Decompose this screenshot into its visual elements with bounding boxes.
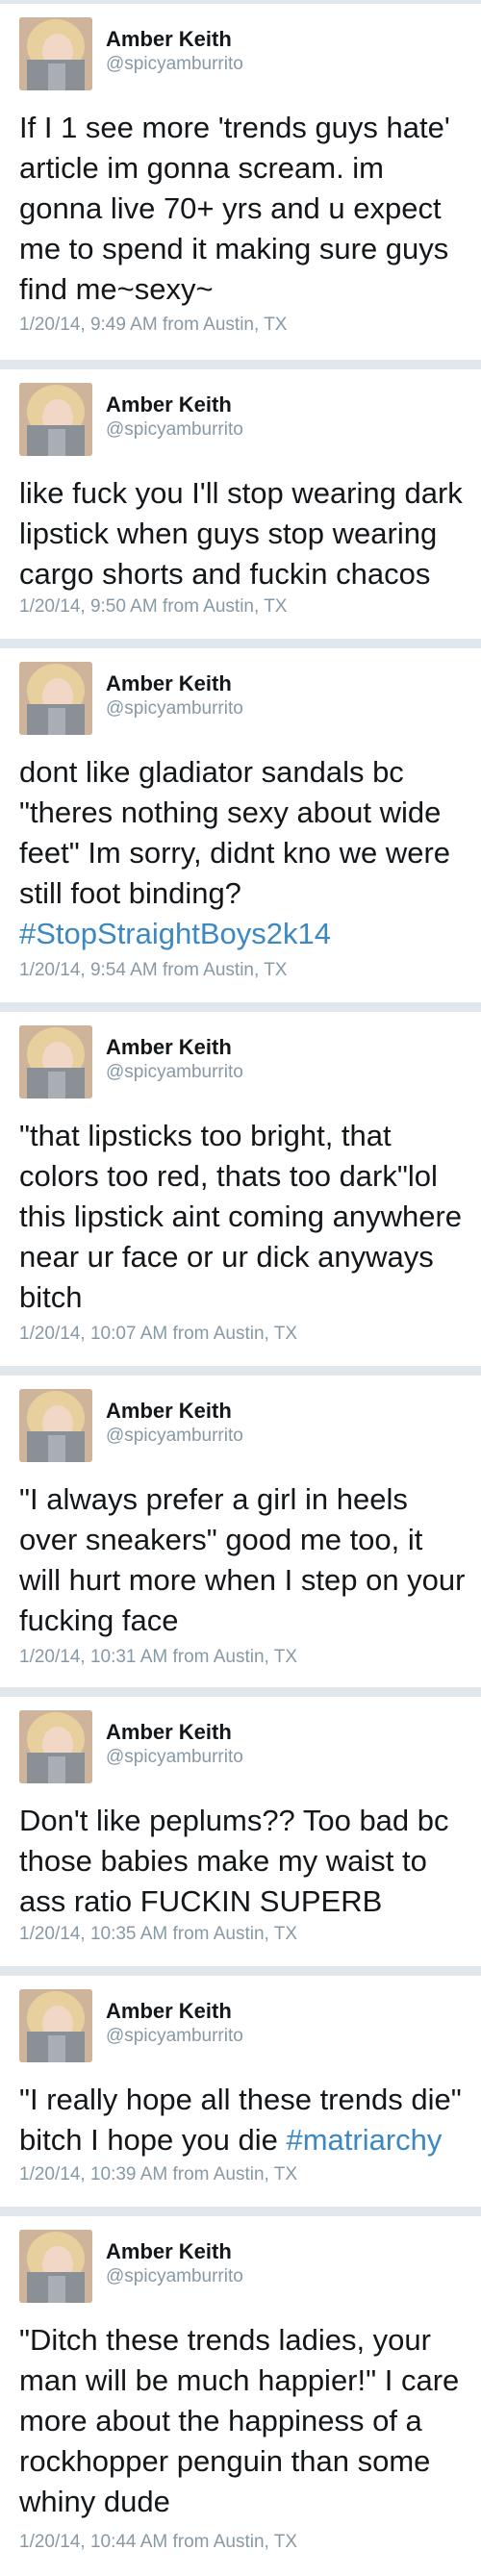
avatar[interactable] [19,2230,92,2303]
tweet-timestamp[interactable]: 1/20/14, 10:35 AM from Austin, TX [19,1924,297,1945]
tweet-text: like fuck you I'll stop wearing dark lip… [19,476,463,591]
tweet-text: "Ditch these trends ladies, your man wil… [19,2323,460,2518]
author-handle[interactable]: @spicyamburrito [106,2266,243,2287]
tweet-text-body: dont like gladiator sandals bc "theres n… [19,755,451,910]
tweet[interactable]: Amber Keith @spicyamburrito dont like gl… [0,648,481,1002]
separator [0,639,481,648]
author-name[interactable]: Amber Keith [106,27,232,52]
separator [0,1366,481,1376]
tweet-timestamp[interactable]: 1/20/14, 9:49 AM from Austin, TX [19,315,287,336]
author-handle[interactable]: @spicyamburrito [106,1747,243,1768]
tweet[interactable]: Amber Keith @spicyamburrito If I 1 see m… [0,4,481,360]
tweet[interactable]: Amber Keith @spicyamburrito "that lipsti… [0,1012,481,1366]
separator [0,360,481,369]
hashtag-link[interactable]: #StopStraightBoys2k14 [19,917,331,950]
author-name[interactable]: Amber Keith [106,2239,232,2264]
author-handle[interactable]: @spicyamburrito [106,54,243,75]
avatar[interactable] [19,1989,92,2062]
separator [0,2207,481,2216]
tweet[interactable]: Amber Keith @spicyamburrito "Ditch these… [0,2216,481,2576]
tweet[interactable]: Amber Keith @spicyamburrito Don't like p… [0,1697,481,1966]
author-handle[interactable]: @spicyamburrito [106,1062,243,1083]
avatar[interactable] [19,17,92,90]
separator [0,1002,481,1012]
author-handle[interactable]: @spicyamburrito [106,419,243,441]
author-name[interactable]: Amber Keith [106,1035,232,1060]
separator [0,1687,481,1697]
author-handle[interactable]: @spicyamburrito [106,1426,243,1447]
tweet[interactable]: Amber Keith @spicyamburrito like fuck yo… [0,369,481,639]
hashtag-link[interactable]: #matriarchy [286,2123,442,2157]
tweet-timestamp[interactable]: 1/20/14, 10:31 AM from Austin, TX [19,1647,297,1668]
tweet-feed: Amber Keith @spicyamburrito If I 1 see m… [0,0,481,2576]
tweet-timestamp[interactable]: 1/20/14, 10:39 AM from Austin, TX [19,2164,297,2185]
author-name[interactable]: Amber Keith [106,1399,232,1424]
tweet-text: Don't like peplums?? Too bad bc those ba… [19,1804,449,1918]
avatar[interactable] [19,383,92,456]
tweet-timestamp[interactable]: 1/20/14, 9:50 AM from Austin, TX [19,596,287,618]
tweet[interactable]: Amber Keith @spicyamburrito "I always pr… [0,1376,481,1687]
avatar[interactable] [19,1389,92,1462]
author-handle[interactable]: @spicyamburrito [106,698,243,720]
tweet-timestamp[interactable]: 1/20/14, 10:07 AM from Austin, TX [19,1324,297,1345]
separator [0,1966,481,1976]
author-name[interactable]: Amber Keith [106,671,232,696]
author-name[interactable]: Amber Keith [106,1720,232,1745]
avatar[interactable] [19,662,92,735]
tweet-timestamp[interactable]: 1/20/14, 10:44 AM from Austin, TX [19,2532,297,2553]
author-name[interactable]: Amber Keith [106,392,232,417]
author-handle[interactable]: @spicyamburrito [106,2026,243,2047]
tweet-text: "that lipsticks too bright, that colors … [19,1119,463,1314]
tweet-text: If I 1 see more 'trends guys hate' artic… [19,111,450,306]
avatar[interactable] [19,1710,92,1783]
avatar[interactable] [19,1025,92,1099]
tweet-timestamp[interactable]: 1/20/14, 9:54 AM from Austin, TX [19,960,287,981]
tweet-text: "I always prefer a girl in heels over sn… [19,1482,466,1637]
tweet-text: dont like gladiator sandals bc "theres n… [19,752,471,954]
tweet-text: "I really hope all these trends die" bit… [19,2080,471,2160]
tweet[interactable]: Amber Keith @spicyamburrito "I really ho… [0,1976,481,2207]
author-name[interactable]: Amber Keith [106,1999,232,2024]
